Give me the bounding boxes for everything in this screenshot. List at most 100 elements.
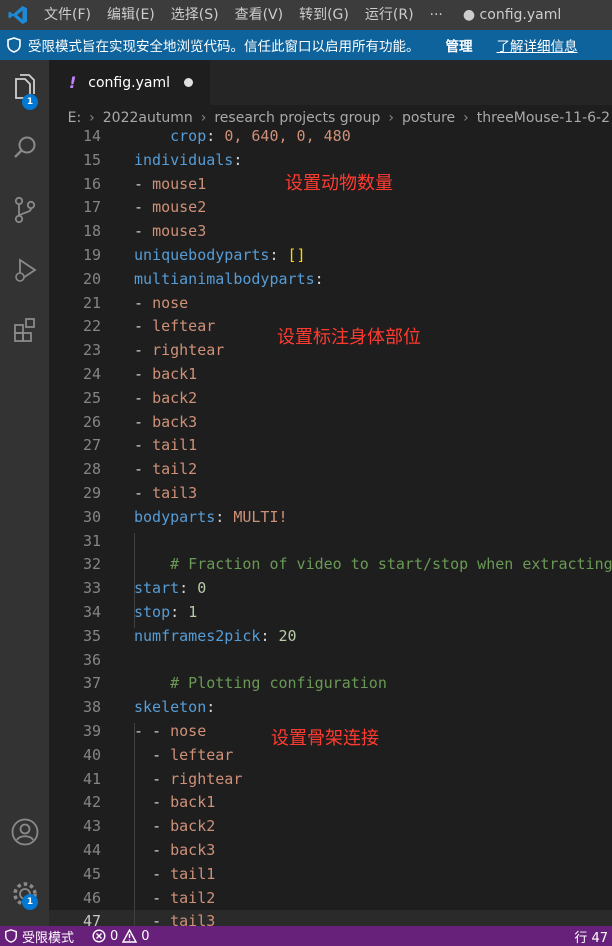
breadcrumb-drive[interactable]: E: [66, 110, 84, 126]
list-dash: - [134, 317, 153, 336]
line-code: # Fraction of video to start/stop when e… [134, 553, 612, 577]
annotation-bodyparts: 设置标注身体部位 [277, 327, 421, 348]
code-line[interactable]: 14 crop: 0, 640, 0, 480 [49, 130, 612, 149]
list-dash: - [134, 293, 153, 312]
code-line[interactable]: 24 - back1 [49, 363, 612, 387]
code-line[interactable]: 28 - tail2 [49, 458, 612, 482]
line-code: # Plotting configuration [134, 672, 387, 696]
code-line[interactable]: 21 - nose [49, 292, 612, 316]
restricted-mode-status[interactable]: 受限模式 [0, 926, 83, 946]
line-code: - back2 [134, 815, 215, 839]
yaml-value: tail1 [152, 436, 198, 455]
menu-more[interactable]: ··· [422, 0, 451, 30]
breadcrumb-folder[interactable]: posture [400, 110, 457, 126]
line-number: 31 [82, 531, 101, 550]
problems-status[interactable]: 0 0 [82, 929, 150, 944]
search-icon[interactable] [0, 124, 49, 172]
line-code: crop: 0, 640, 0, 480 [134, 130, 351, 149]
line-number: 29 [82, 484, 101, 502]
yaml-value: leftear [152, 317, 216, 336]
run-debug-icon[interactable] [0, 246, 49, 294]
line-code: numframes2pick: 20 [134, 625, 297, 649]
line-column-status[interactable]: 行 47 [574, 927, 612, 946]
warning-icon [122, 929, 138, 943]
line-code: - leftear [134, 744, 233, 768]
line-code: - tail1 [134, 863, 215, 887]
manage-button[interactable]: 管理 [446, 35, 473, 55]
explorer-icon[interactable]: 1 [0, 64, 49, 112]
line-code: - tail3 [134, 910, 215, 926]
line-number: 42 [82, 793, 101, 812]
yaml-value: mouse2 [152, 198, 207, 217]
code-line[interactable]: 29 - tail3 [49, 482, 612, 506]
code-line[interactable]: 36 [49, 649, 612, 673]
yaml-key: bodyparts [134, 507, 216, 526]
yaml-separator: : [269, 246, 288, 264]
tab-config-yaml[interactable]: ! config.yaml [49, 60, 210, 105]
line-number: 26 [82, 412, 101, 431]
code-line[interactable]: 25 - back2 [49, 387, 612, 411]
line-number: 16 [82, 174, 101, 193]
list-dash: - - [134, 722, 171, 740]
settings-gear-icon[interactable]: 1 [0, 870, 49, 918]
menu-go[interactable]: 转到(G) [291, 0, 357, 30]
line-code: - nose [134, 292, 188, 316]
list-dash: - [134, 365, 153, 383]
settings-badge: 1 [22, 894, 38, 910]
line-number: 20 [82, 269, 101, 288]
code-line[interactable]: 20 multianimalbodyparts: [49, 268, 612, 292]
source-control-icon[interactable] [0, 186, 49, 234]
learn-more-link[interactable]: 了解详细信息 [497, 35, 578, 55]
list-dash: - [134, 341, 153, 360]
code-line[interactable]: 26 - back3 [49, 411, 612, 435]
account-icon[interactable] [0, 808, 49, 856]
code-line[interactable]: 35 numframes2pick: 20 [49, 625, 612, 649]
code-line[interactable]: 19 uniquebodyparts: [] [49, 244, 612, 268]
menu-file[interactable]: 文件(F) [36, 0, 99, 30]
yaml-key: multianimalbodyparts [134, 269, 315, 288]
menu-selection[interactable]: 选择(S) [163, 0, 227, 30]
list-dash: - [134, 460, 153, 479]
unsaved-dot-icon[interactable] [184, 78, 193, 87]
yaml-key: crop [170, 130, 207, 145]
line-code: bodyparts: MULTI! [134, 506, 288, 530]
list-dash: - [134, 436, 153, 455]
extensions-icon[interactable] [0, 306, 49, 354]
breadcrumb-folder[interactable]: research projects group [212, 110, 382, 126]
tab-label: config.yaml [88, 74, 170, 91]
code-editor[interactable]: 47 - tail3 46 - tail2 45 - tail1 44 - back3… [49, 130, 612, 926]
line-number: 45 [82, 864, 101, 883]
code-line[interactable]: 17 - mouse2 [49, 196, 612, 220]
code-line[interactable]: 27 - tail1 [49, 434, 612, 458]
code-line[interactable]: 37 # Plotting configuration [49, 672, 612, 696]
list-dash: - [152, 769, 171, 788]
yaml-separator: : [260, 626, 279, 645]
yaml-value: 20 [278, 626, 297, 645]
line-number: 35 [82, 626, 101, 645]
annotation-animals: 设置动物数量 [285, 173, 393, 194]
line-number: 37 [82, 674, 101, 693]
list-dash: - [152, 817, 171, 836]
menu-edit[interactable]: 编辑(E) [99, 0, 163, 30]
list-dash: - [134, 484, 153, 502]
yaml-key: numframes2pick [134, 626, 261, 645]
chevron-right-icon: › [388, 109, 394, 126]
yaml-value: mouse1 [152, 174, 207, 193]
vscode-logo-icon[interactable] [0, 0, 36, 30]
yaml-value: 0 [197, 579, 207, 598]
line-number: 34 [82, 603, 101, 621]
line-number: 39 [82, 722, 101, 740]
yaml-value: 0, 640, 0, 480 [224, 130, 351, 145]
breadcrumb-folder[interactable]: 2022autumn [101, 110, 195, 126]
menu-run[interactable]: 运行(R) [357, 0, 422, 30]
code-line[interactable]: 30 bodyparts: MULTI! [49, 506, 612, 530]
code-line[interactable]: 38 skeleton: [49, 696, 612, 720]
line-number: 40 [82, 745, 101, 764]
code-line[interactable]: 18 - mouse3 [49, 220, 612, 244]
breadcrumb-folder[interactable]: threeMouse-11-6-2 [475, 110, 612, 126]
line-code: - back1 [134, 363, 197, 387]
menu-view[interactable]: 查看(V) [227, 0, 292, 30]
